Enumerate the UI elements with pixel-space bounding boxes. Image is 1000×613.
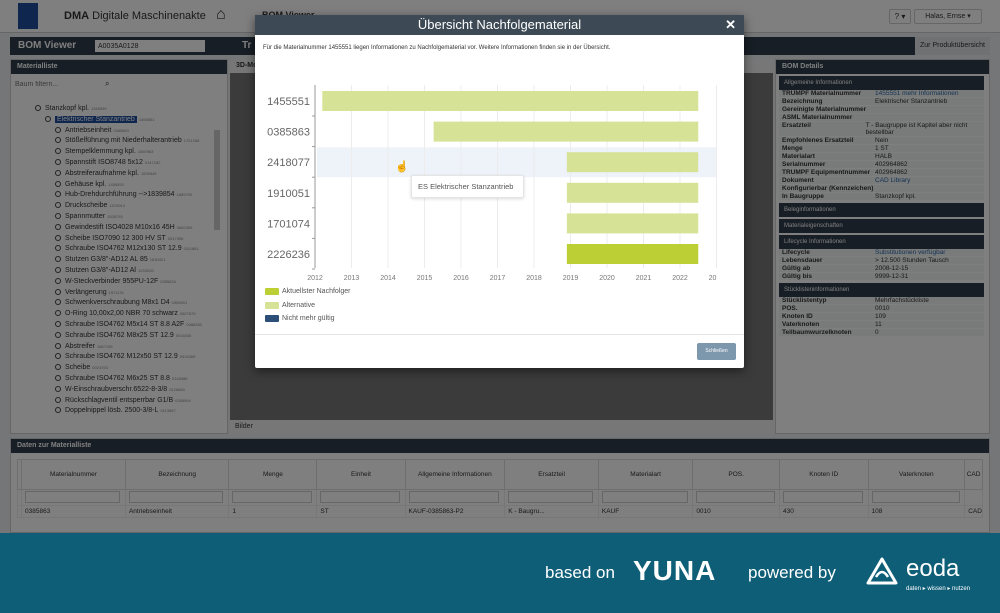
legend-swatch [265,315,279,322]
eoda-logo: eoda [906,555,960,582]
legend-label: Nicht mehr gültig [282,315,335,322]
x-tick-label: 2013 [344,275,360,282]
legend-swatch [265,301,279,309]
close-button[interactable]: Schließen [697,343,736,360]
x-tick-label: 2018 [526,275,542,282]
timeline-bar[interactable] [566,152,699,173]
x-tick-label: 2015 [417,275,433,282]
modal-footer-divider [255,334,744,335]
x-tick-label: 2014 [380,275,396,282]
eoda-tagline: daten ▸ wissen ▸ nutzen [906,586,971,592]
y-category-label: 2418077 [267,157,310,169]
based-on-text: based on [545,563,615,582]
x-tick-label: 2016 [453,275,469,282]
modal-title: Übersicht Nachfolgematerial [255,15,744,35]
x-tick-label: 2022 [672,275,688,282]
y-category-label: 1701074 [267,218,310,230]
y-category-label: 2226236 [267,249,310,261]
x-tick-label: 2021 [636,275,652,282]
x-tick-label: 2020 [599,275,615,282]
x-tick-label: 20 [709,275,717,282]
timeline-bar[interactable] [566,213,699,234]
legend-label: Alternative [282,301,316,309]
close-icon[interactable]: ✕ [725,15,736,35]
eoda-logo-icon [866,557,898,585]
legend-item[interactable]: Nicht mehr gültig [265,315,335,322]
timeline-bar[interactable] [322,91,699,111]
legend-swatch [265,288,279,295]
legend-item[interactable]: Alternative [265,301,316,309]
y-category-label: 1910051 [267,188,310,200]
y-category-label: 0385863 [267,127,310,139]
chart-tooltip: ES Elektrischer Stanzantrieb [411,175,524,198]
branding-banner: based on YUNA powered by eoda daten ▸ wi… [0,533,1000,613]
legend-item[interactable]: Aktuellster Nachfolger [265,288,350,295]
legend-label: Aktuellster Nachfolger [282,288,351,295]
x-tick-label: 2012 [307,275,323,282]
y-category-label: 1455551 [267,96,310,108]
powered-by-text: powered by [748,563,836,582]
successor-material-modal: Übersicht Nachfolgematerial ✕ Für die Ma… [255,15,744,368]
hand-cursor-icon: ☝ [395,159,409,173]
x-tick-label: 2019 [563,275,579,282]
timeline-bar[interactable] [433,121,699,142]
timeline-bar[interactable] [566,244,699,264]
timeline-bar[interactable] [566,182,699,203]
yuna-logo: YUNA [633,555,717,586]
x-tick-label: 2017 [490,275,506,282]
